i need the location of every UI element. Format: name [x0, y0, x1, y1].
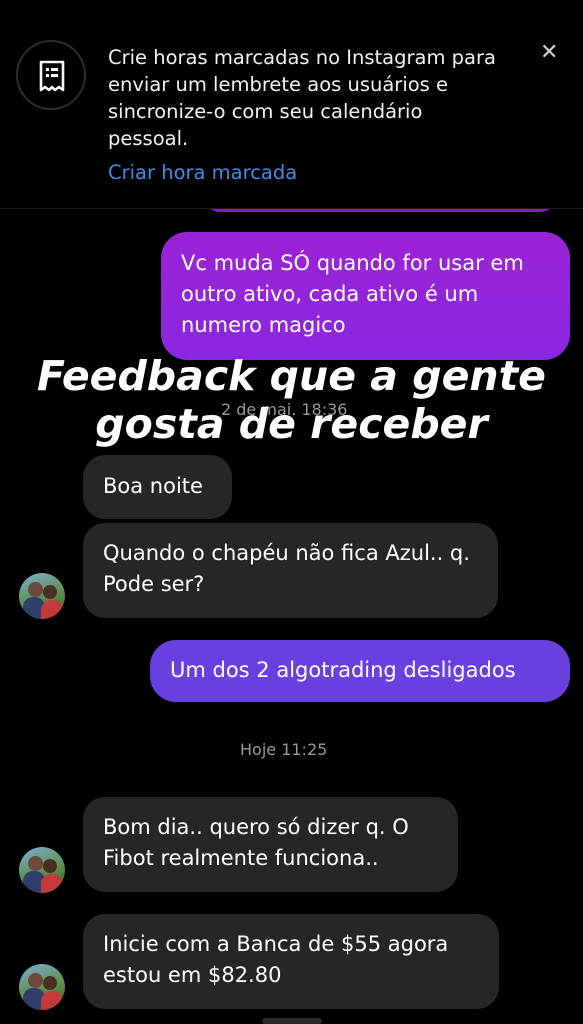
- avatar[interactable]: [19, 847, 65, 893]
- avatar[interactable]: [19, 573, 65, 619]
- avatar[interactable]: [19, 964, 65, 1010]
- banner-text: Crie horas marcadas no Instagram para en…: [108, 46, 496, 150]
- received-message-bubble[interactable]: Bom dia.. quero só dizer q. O Fibot real…: [83, 797, 458, 892]
- scroll-handle: [262, 1018, 322, 1024]
- appointment-banner: Crie horas marcadas no Instagram para en…: [0, 0, 583, 209]
- sent-message-bubble[interactable]: Um dos 2 algotrading desligados: [150, 640, 570, 702]
- message-text: Boa noite: [103, 474, 203, 498]
- timestamp: Hoje 11:25: [240, 740, 328, 759]
- received-message-bubble[interactable]: Quando o chapéu não fica Azul.. q. Pode …: [83, 523, 498, 618]
- received-message-bubble[interactable]: Inicie com a Banca de $55 agora estou em…: [83, 914, 499, 1009]
- message-text: Bom dia.. quero só dizer q. O Fibot real…: [103, 815, 409, 870]
- received-message-bubble[interactable]: Boa noite: [83, 455, 232, 519]
- overlay-caption-line1: Feedback que a gente: [37, 352, 546, 400]
- calendar-receipt-icon: [16, 40, 86, 110]
- close-icon[interactable]: ✕: [540, 40, 558, 65]
- overlay-caption-line2: gosta de receber: [95, 400, 488, 448]
- message-text: Vc muda SÓ quando for usar em outro ativ…: [181, 251, 524, 337]
- message-text: Inicie com a Banca de $55 agora estou em…: [103, 932, 449, 987]
- message-text: Um dos 2 algotrading desligados: [170, 658, 516, 682]
- sent-message-bubble[interactable]: Vc muda SÓ quando for usar em outro ativ…: [161, 232, 570, 360]
- message-text: Quando o chapéu não fica Azul.. q. Pode …: [103, 541, 470, 596]
- create-appointment-link[interactable]: Criar hora marcada: [108, 161, 297, 184]
